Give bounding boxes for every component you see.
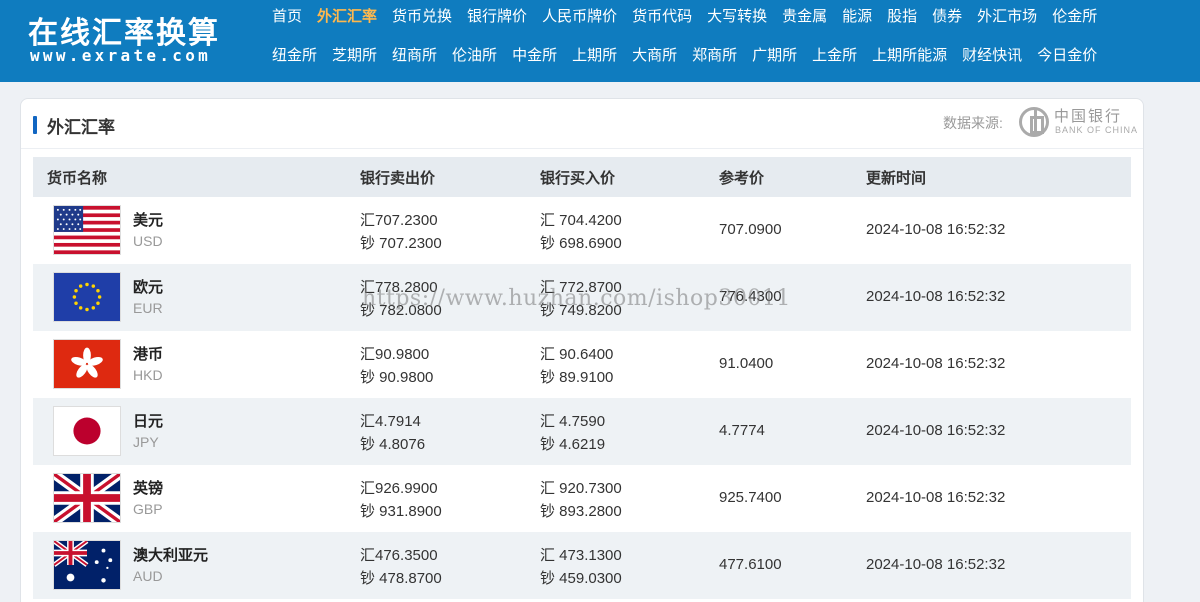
sell-price: 汇707.2300 钞 707.2300: [360, 212, 442, 252]
nav-rmb-rates[interactable]: 人民币牌价: [535, 6, 625, 28]
data-source-label: 数据来源:: [943, 115, 1003, 131]
nav-ice-oil[interactable]: 伦油所: [445, 45, 505, 67]
reference-price: 4.7774: [719, 422, 765, 439]
reference-price: 776.4300: [719, 288, 782, 305]
rates-table: 货币名称 银行卖出价 银行买入价 参考价 更新时间 美元 USD 汇707.23…: [33, 157, 1131, 599]
nav-nymex[interactable]: 纽商所: [385, 45, 445, 67]
bank-of-china-logo[interactable]: 中国银行 BANK OF CHINA: [1019, 105, 1137, 143]
buy-price: 汇 920.7300 钞 893.2800: [540, 480, 622, 520]
forex-rates-panel: 外汇汇率 数据来源: 中国银行 BANK OF CHINA 货币名称 银行卖出价…: [20, 98, 1144, 602]
nav-precious-metals[interactable]: 贵金属: [775, 6, 835, 28]
bank-name-cn: 中国银行: [1054, 107, 1123, 125]
panel-title: 外汇汇率: [47, 118, 115, 137]
update-time: 2024-10-08 16:52:32: [866, 556, 1006, 573]
currency-code: EUR: [133, 300, 163, 316]
nav-czce[interactable]: 郑商所: [685, 45, 745, 67]
nav-stock-index[interactable]: 股指: [880, 6, 925, 28]
buy-price: 汇 90.6400 钞 89.9100: [540, 346, 614, 386]
nav-sge[interactable]: 上金所: [805, 45, 865, 67]
title-accent-bar: [33, 116, 37, 134]
site-header: 在线汇率换算 www.exrate.com 首页 外汇汇率 货币兑换 银行牌价 …: [0, 0, 1200, 82]
buy-price: 汇 772.8700 钞 749.8200: [540, 279, 622, 319]
sell-price: 汇926.9900 钞 931.8900: [360, 480, 442, 520]
col-header-ref: 参考价: [719, 170, 765, 187]
au-flag-icon: [53, 540, 121, 590]
sell-price: 汇90.9800 钞 90.9800: [360, 346, 434, 386]
bank-name-en: BANK OF CHINA: [1055, 125, 1139, 135]
update-time: 2024-10-08 16:52:32: [866, 288, 1006, 305]
buy-price: 汇 473.1300 钞 459.0300: [540, 547, 622, 587]
table-row[interactable]: 英镑 GBP 汇926.9900 钞 931.8900 汇 920.7300 钞 8…: [33, 465, 1131, 532]
update-time: 2024-10-08 16:52:32: [866, 355, 1006, 372]
sell-price: 汇778.2800 钞 782.0800: [360, 279, 442, 319]
buy-price: 汇 704.4200 钞 698.6900: [540, 212, 622, 252]
currency-name: 美元: [133, 212, 164, 229]
uk-flag-icon: [53, 473, 121, 523]
currency-name: 港币: [133, 346, 164, 363]
nav-home[interactable]: 首页: [272, 6, 310, 28]
nav-gfex[interactable]: 广期所: [745, 45, 805, 67]
update-time: 2024-10-08 16:52:32: [866, 221, 1006, 238]
table-row[interactable]: 日元 JPY 汇4.7914 钞 4.8076 汇 4.7590 钞 4.6219 …: [33, 398, 1131, 465]
col-header-currency: 货币名称: [47, 170, 108, 187]
us-flag-icon: [53, 205, 121, 255]
currency-code: HKD: [133, 367, 163, 383]
currency-name: 澳大利亚元: [133, 547, 209, 564]
nav-gold-price-today[interactable]: 今日金价: [1030, 45, 1105, 67]
sell-price: 汇4.7914 钞 4.8076: [360, 413, 426, 453]
buy-price: 汇 4.7590 钞 4.6219: [540, 413, 606, 453]
nav-forex-market[interactable]: 外汇市场: [970, 6, 1045, 28]
currency-code: GBP: [133, 501, 163, 517]
nav-ine[interactable]: 上期所能源: [865, 45, 955, 67]
table-row[interactable]: 欧元 EUR 汇778.2800 钞 782.0800 汇 772.8700 钞 7…: [33, 264, 1131, 331]
currency-code: AUD: [133, 568, 163, 584]
col-header-buy: 银行买入价: [540, 170, 616, 187]
col-header-time: 更新时间: [866, 170, 927, 187]
nav-energy[interactable]: 能源: [835, 6, 880, 28]
nav-cffex[interactable]: 中金所: [505, 45, 565, 67]
nav-shfe[interactable]: 上期所: [565, 45, 625, 67]
nav-forex-rates[interactable]: 外汇汇率: [310, 6, 385, 28]
sell-price: 汇476.3500 钞 478.8700: [360, 547, 442, 587]
reference-price: 477.6100: [719, 556, 782, 573]
logo-url: www.exrate.com: [30, 46, 212, 65]
main-nav-row-2: 纽金所 芝期所 纽商所 伦油所 中金所 上期所 大商所 郑商所 广期所 上金所 …: [272, 45, 1172, 67]
main-nav-row-1: 首页 外汇汇率 货币兑换 银行牌价 人民币牌价 货币代码 大写转换 贵金属 能源…: [272, 6, 1172, 28]
reference-price: 925.7400: [719, 489, 782, 506]
nav-finance-news[interactable]: 财经快讯: [955, 45, 1030, 67]
currency-name: 日元: [133, 413, 164, 430]
nav-uppercase-convert[interactable]: 大写转换: [700, 6, 775, 28]
currency-code: JPY: [133, 434, 159, 450]
table-row[interactable]: 澳大利亚元 AUD 汇476.3500 钞 478.8700 汇 473.1300…: [33, 532, 1131, 599]
nav-cbot[interactable]: 芝期所: [325, 45, 385, 67]
table-header: 货币名称 银行卖出价 银行买入价 参考价 更新时间: [33, 157, 1131, 197]
col-header-sell: 银行卖出价: [360, 170, 436, 187]
update-time: 2024-10-08 16:52:32: [866, 489, 1006, 506]
currency-name: 英镑: [133, 480, 164, 497]
site-logo[interactable]: 在线汇率换算 www.exrate.com: [28, 8, 263, 72]
panel-header: 外汇汇率 数据来源: 中国银行 BANK OF CHINA: [21, 99, 1143, 149]
update-time: 2024-10-08 16:52:32: [866, 422, 1006, 439]
eu-flag-icon: [53, 272, 121, 322]
nav-currency-exchange[interactable]: 货币兑换: [385, 6, 460, 28]
reference-price: 91.0400: [719, 355, 774, 372]
nav-currency-codes[interactable]: 货币代码: [625, 6, 700, 28]
table-row[interactable]: 港币 HKD 汇90.9800 钞 90.9800 汇 90.6400 钞 89.9…: [33, 331, 1131, 398]
table-row[interactable]: 美元 USD 汇707.2300 钞 707.2300 汇 704.4200 钞 6…: [33, 197, 1131, 264]
nav-lbma[interactable]: 伦金所: [1045, 6, 1105, 28]
currency-name: 欧元: [133, 279, 164, 296]
reference-price: 707.0900: [719, 221, 782, 238]
jp-flag-icon: [53, 406, 121, 456]
nav-comex[interactable]: 纽金所: [272, 45, 325, 67]
nav-bonds[interactable]: 债券: [925, 6, 970, 28]
nav-bank-rates[interactable]: 银行牌价: [460, 6, 535, 28]
bank-of-china-icon: [1019, 107, 1049, 137]
nav-dce[interactable]: 大商所: [625, 45, 685, 67]
hk-flag-icon: [53, 339, 121, 389]
currency-code: USD: [133, 233, 163, 249]
